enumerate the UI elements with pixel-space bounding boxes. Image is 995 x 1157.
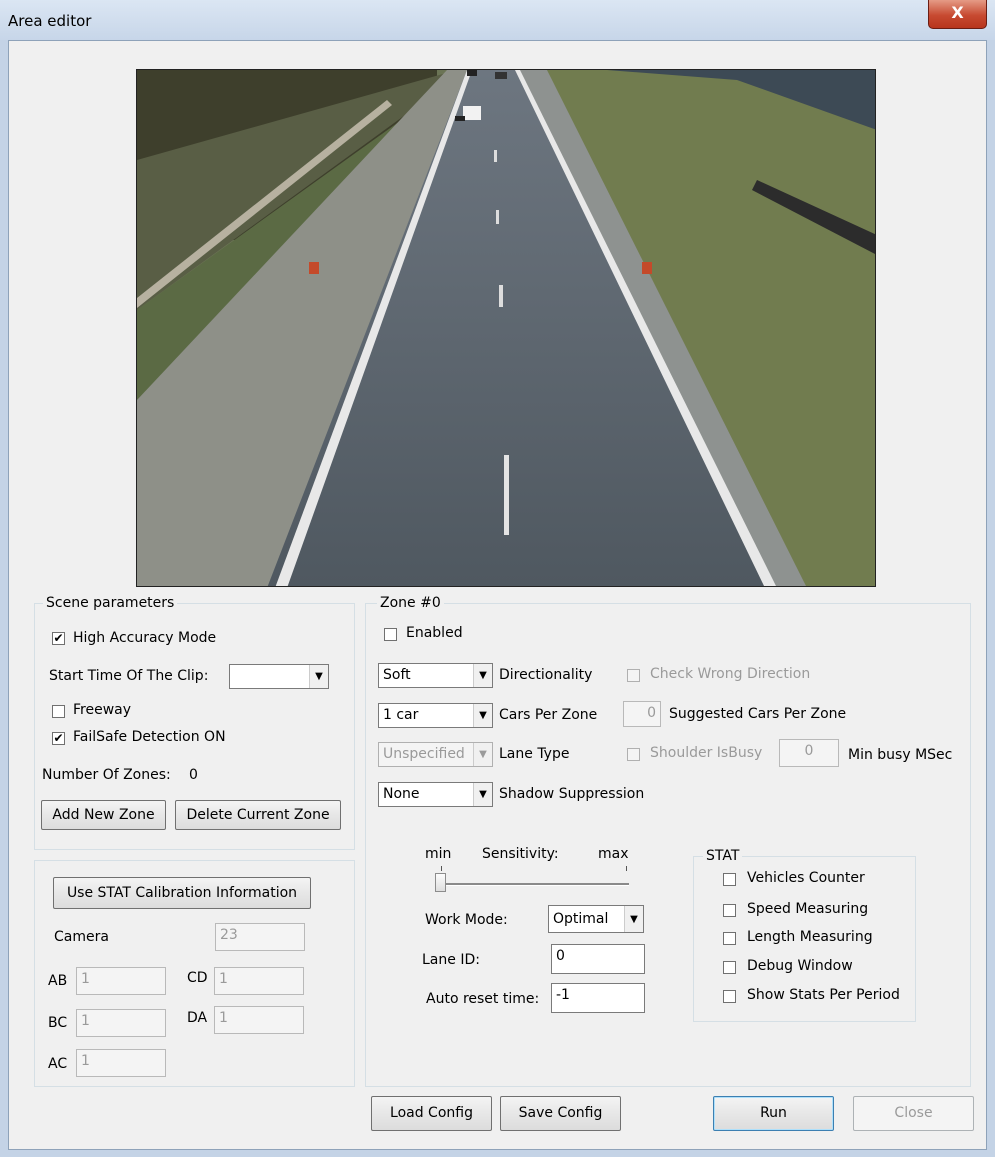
chevron-down-icon[interactable]: ▼ — [473, 704, 492, 727]
chevron-down-icon[interactable]: ▼ — [624, 906, 643, 932]
min-busy-field[interactable]: 0 — [779, 739, 839, 767]
window-close-button[interactable]: X — [928, 0, 987, 29]
ab-label: AB — [48, 973, 68, 989]
speed-measuring-label: Speed Measuring — [747, 901, 869, 917]
failsafe-label: FailSafe Detection ON — [73, 729, 226, 745]
shoulder-is-busy-checkbox[interactable] — [627, 748, 640, 761]
da-field[interactable]: 1 — [214, 1006, 304, 1034]
ac-label: AC — [48, 1056, 68, 1072]
number-of-zones-value: 0 — [189, 767, 198, 783]
work-mode-combo[interactable]: Optimal ▼ — [548, 905, 644, 933]
vehicles-counter-checkbox[interactable] — [723, 873, 736, 886]
zone-enabled-checkbox[interactable] — [384, 628, 397, 641]
add-new-zone-button[interactable]: Add New Zone — [41, 800, 166, 830]
ab-field[interactable]: 1 — [76, 967, 166, 995]
area-editor-window: Area editor X Scene parameters ✔ High Ac… — [0, 0, 995, 1157]
slider-max-label: max — [598, 846, 629, 862]
lane-type-value: Unspecified — [383, 746, 465, 762]
slider-tick-max — [626, 866, 627, 871]
sensitivity-slider[interactable] — [433, 866, 633, 892]
failsafe-checkbox[interactable]: ✔ — [52, 732, 65, 745]
cars-per-zone-combo[interactable]: 1 car ▼ — [378, 703, 493, 728]
work-mode-value: Optimal — [553, 911, 609, 927]
cars-per-zone-label: Cars Per Zone — [499, 707, 598, 723]
checkmark-icon: ✔ — [53, 731, 64, 745]
highway-scene-image — [137, 70, 875, 586]
shadow-suppression-value: None — [383, 786, 420, 802]
lane-type-combo[interactable]: Unspecified ▼ — [378, 742, 493, 767]
cd-field[interactable]: 1 — [214, 967, 304, 995]
slider-min-label: min — [425, 846, 452, 862]
lane-id-field[interactable]: 0 — [551, 944, 645, 974]
directionality-label: Directionality — [499, 667, 593, 683]
debug-window-checkbox[interactable] — [723, 961, 736, 974]
camera-video-frame[interactable] — [136, 69, 876, 587]
suggested-cars-label: Suggested Cars Per Zone — [669, 706, 847, 722]
scene-parameters-legend: Scene parameters — [43, 595, 178, 611]
title-bar[interactable]: Area editor X — [0, 0, 995, 40]
show-stats-per-period-label: Show Stats Per Period — [747, 987, 900, 1003]
shadow-suppression-combo[interactable]: None ▼ — [378, 782, 493, 807]
speed-measuring-checkbox[interactable] — [723, 904, 736, 917]
run-button[interactable]: Run — [713, 1096, 834, 1131]
window-title: Area editor — [8, 12, 92, 30]
save-config-button[interactable]: Save Config — [500, 1096, 621, 1131]
lane-id-label: Lane ID: — [422, 952, 480, 968]
cd-label: CD — [187, 970, 208, 986]
bc-label: BC — [48, 1015, 68, 1031]
zone-legend: Zone #0 — [377, 595, 444, 611]
slider-thumb[interactable] — [435, 873, 446, 892]
work-mode-label: Work Mode: — [425, 912, 508, 928]
suggested-cars-field[interactable]: 0 — [623, 701, 661, 727]
length-measuring-label: Length Measuring — [747, 929, 873, 945]
auto-reset-field[interactable]: -1 — [551, 983, 645, 1013]
lane-type-label: Lane Type — [499, 746, 570, 762]
delete-current-zone-button[interactable]: Delete Current Zone — [175, 800, 341, 830]
high-accuracy-checkbox[interactable]: ✔ — [52, 632, 65, 645]
start-time-combo[interactable]: ▼ — [229, 664, 329, 689]
length-measuring-checkbox[interactable] — [723, 932, 736, 945]
directionality-combo[interactable]: Soft ▼ — [378, 663, 493, 688]
shadow-suppression-label: Shadow Suppression — [499, 786, 645, 802]
load-config-button[interactable]: Load Config — [371, 1096, 492, 1131]
camera-field[interactable]: 23 — [215, 923, 305, 951]
stat-legend: STAT — [703, 848, 743, 864]
vehicles-counter-label: Vehicles Counter — [747, 870, 865, 886]
min-busy-label: Min busy MSec — [848, 747, 953, 763]
bc-field[interactable]: 1 — [76, 1009, 166, 1037]
chevron-down-icon[interactable]: ▼ — [473, 743, 492, 766]
number-of-zones-label: Number Of Zones: — [42, 767, 171, 783]
da-label: DA — [187, 1010, 208, 1026]
freeway-checkbox[interactable] — [52, 705, 65, 718]
slider-track — [441, 883, 629, 886]
chevron-down-icon[interactable]: ▼ — [473, 783, 492, 806]
cars-per-zone-value: 1 car — [383, 707, 419, 723]
shoulder-is-busy-label: Shoulder IsBusy — [650, 745, 763, 761]
show-stats-per-period-checkbox[interactable] — [723, 990, 736, 1003]
ac-field[interactable]: 1 — [76, 1049, 166, 1077]
use-stat-calibration-button[interactable]: Use STAT Calibration Information — [53, 877, 311, 909]
close-icon: X — [951, 3, 964, 22]
slider-tick-min — [441, 866, 442, 871]
directionality-value: Soft — [383, 667, 411, 683]
start-time-label: Start Time Of The Clip: — [49, 668, 209, 684]
zone-enabled-label: Enabled — [406, 625, 463, 641]
debug-window-label: Debug Window — [747, 958, 853, 974]
close-button[interactable]: Close — [853, 1096, 974, 1131]
check-wrong-direction-checkbox[interactable] — [627, 669, 640, 682]
auto-reset-label: Auto reset time: — [426, 991, 540, 1007]
slider-title: Sensitivity: — [482, 846, 559, 862]
camera-label: Camera — [54, 929, 109, 945]
check-wrong-direction-label: Check Wrong Direction — [650, 666, 811, 682]
checkmark-icon: ✔ — [53, 631, 64, 645]
freeway-label: Freeway — [73, 702, 132, 718]
chevron-down-icon[interactable]: ▼ — [309, 665, 328, 688]
chevron-down-icon[interactable]: ▼ — [473, 664, 492, 687]
high-accuracy-label: High Accuracy Mode — [73, 630, 217, 646]
